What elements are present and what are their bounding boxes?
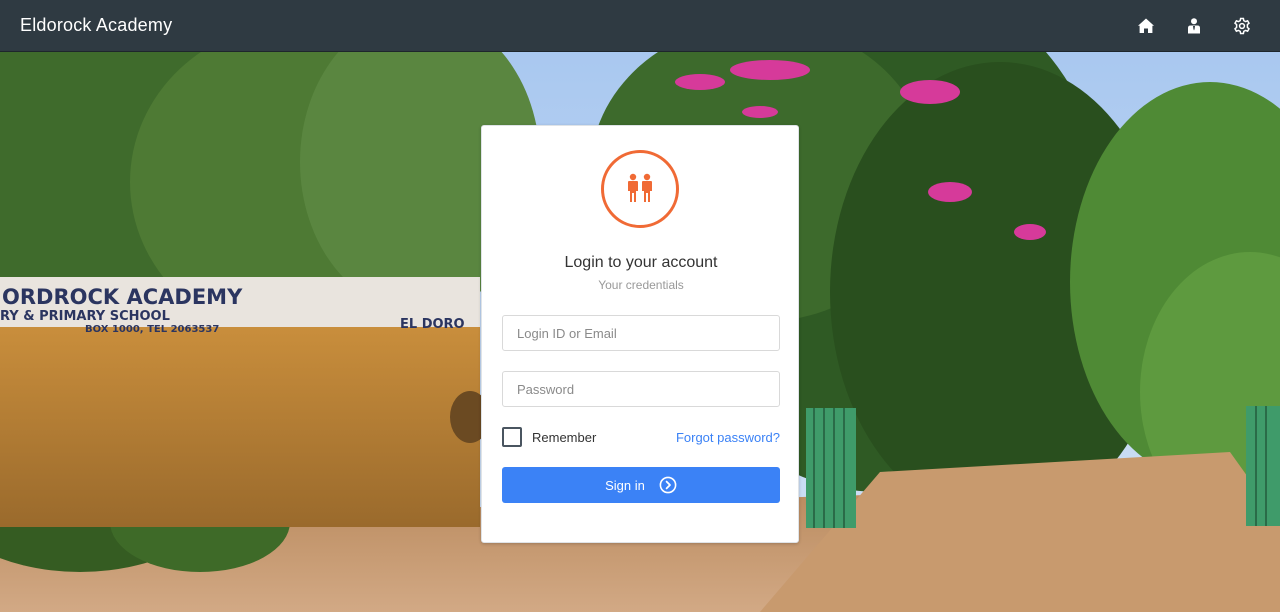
navbar-icons: [1137, 17, 1251, 35]
user-icon[interactable]: [1185, 17, 1203, 35]
gear-icon[interactable]: [1233, 17, 1251, 35]
svg-text:RY & PRIMARY SCHOOL: RY & PRIMARY SCHOOL: [0, 309, 170, 324]
sign-in-label: Sign in: [605, 477, 645, 493]
brand-title[interactable]: Eldorock Academy: [20, 15, 172, 36]
users-avatar-icon: [601, 150, 679, 228]
forgot-password-link[interactable]: Forgot password?: [676, 430, 780, 445]
login-subtitle: Your credentials: [598, 278, 684, 292]
sign-in-button[interactable]: Sign in: [502, 467, 780, 503]
login-id-input[interactable]: [502, 315, 780, 351]
login-title: Login to your account: [564, 254, 718, 271]
svg-text:EL DORO: EL DORO: [400, 317, 465, 332]
remember-checkbox[interactable]: [502, 427, 522, 447]
svg-text:ORDROCK ACADEMY: ORDROCK ACADEMY: [2, 285, 243, 309]
remember-label[interactable]: Remember: [532, 430, 596, 445]
top-navbar: Eldorock Academy: [0, 0, 1280, 52]
password-input[interactable]: [502, 371, 780, 407]
arrow-circle-right-icon: [659, 476, 677, 494]
login-card: Login to your account Your credentials R…: [481, 125, 799, 543]
remember-row: Remember Forgot password?: [502, 426, 780, 448]
svg-text:BOX 1000, TEL 2063537: BOX 1000, TEL 2063537: [85, 324, 219, 335]
home-icon[interactable]: [1137, 17, 1155, 35]
